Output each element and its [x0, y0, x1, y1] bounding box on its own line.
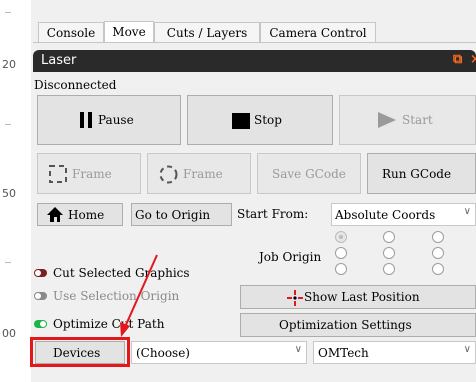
annotation-arrow-icon — [120, 254, 158, 337]
